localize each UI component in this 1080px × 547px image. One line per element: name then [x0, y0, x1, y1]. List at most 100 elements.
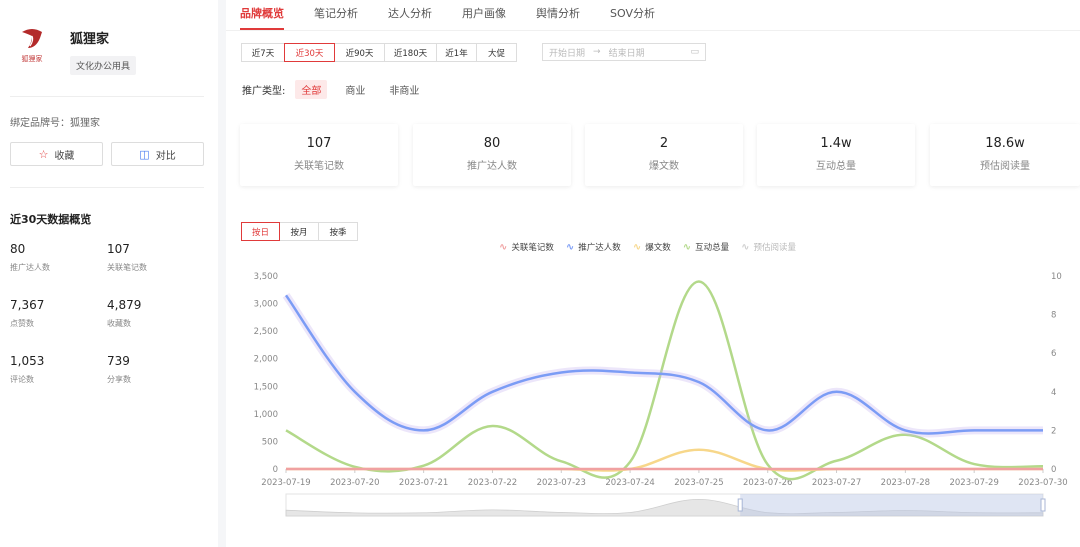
date-range-selector: 近7天 近30天 近90天 近180天 近1年 大促 — [241, 43, 517, 62]
metric-label: 爆文数 — [649, 161, 679, 172]
legend-label: 互动总量 — [695, 243, 730, 253]
y-left-tick-label: 2,000 — [254, 355, 278, 365]
legend-item[interactable]: ∿ 爆文数 — [632, 241, 671, 254]
tab-brand-overview[interactable]: 品牌概览 — [240, 0, 284, 30]
series-line-yellow — [285, 448, 1043, 472]
stat-item: 739 分享数 — [107, 354, 131, 385]
x-tick-label: 2023-07-22 — [468, 478, 517, 488]
end-date-input[interactable]: 结束日期 — [609, 46, 645, 59]
zoom-slider-handle[interactable] — [737, 498, 743, 512]
legend-label: 爆文数 — [645, 243, 671, 253]
series-line-green — [285, 280, 1044, 481]
stat-label: 推广达人数 — [10, 263, 50, 272]
tab-divider — [226, 30, 1080, 31]
stat-label: 点赞数 — [10, 319, 34, 328]
main-panel: 品牌概览 笔记分析 达人分析 用户画像 舆情分析 SOV分析 近7天 近30天 … — [226, 0, 1080, 547]
range-1y[interactable]: 近1年 — [436, 43, 477, 62]
stat-item: 7,367 点赞数 — [10, 298, 44, 329]
metric-card: 2 爆文数 — [585, 124, 743, 186]
stat-value: 7,367 — [10, 298, 45, 312]
x-tick-label: 2023-07-25 — [674, 478, 723, 488]
tab-note-analysis[interactable]: 笔记分析 — [314, 0, 358, 30]
legend-item[interactable]: ∿ 互动总量 — [682, 241, 730, 254]
x-tick-label: 2023-07-21 — [399, 478, 448, 488]
metric-card: 107 关联笔记数 — [240, 124, 398, 186]
range-7d[interactable]: 近7天 — [241, 43, 285, 62]
bound-brand-label: 绑定品牌号：狐狸家 — [10, 118, 100, 129]
brand-logo: 狐狸家 — [10, 24, 54, 70]
stat-value: 80 — [10, 242, 26, 256]
compare-label: 对比 — [155, 150, 176, 162]
metric-card: 18.6w 预估阅读量 — [930, 124, 1080, 186]
legend-line-icon: ∿ — [632, 241, 642, 253]
stat-label: 关联笔记数 — [107, 263, 147, 272]
x-tick-label: 2023-07-27 — [812, 478, 861, 488]
y-right-tick-label: 8 — [1051, 311, 1056, 321]
zoom-slider-selection[interactable] — [740, 494, 1043, 516]
promo-type-filter: 推广类型: 全部 商业 非商业 — [242, 80, 437, 99]
divider — [10, 187, 204, 188]
stat-value: 1,053 — [10, 354, 45, 368]
zoom-slider-handle[interactable] — [1040, 498, 1046, 512]
y-right-tick-label: 0 — [1051, 465, 1056, 475]
stat-item: 107 关联笔记数 — [107, 242, 147, 273]
y-left-tick-label: 0 — [273, 465, 278, 475]
metric-value: 2 — [659, 136, 669, 151]
trend-chart: 0 500 1,000 1,500 2,000 2,500 3,000 3,500 0 2 4 6 8 1… — [254, 272, 1068, 517]
tab-sov-analysis[interactable]: SOV分析 — [610, 0, 655, 30]
fox-logo-icon — [22, 29, 42, 48]
legend-item[interactable]: ∿ 关联笔记数 — [499, 241, 554, 254]
logo-text: 狐狸家 — [21, 55, 43, 63]
series-line-blue — [284, 294, 1043, 435]
tab-user-profile[interactable]: 用户画像 — [462, 0, 506, 30]
metric-card: 1.4w 互动总量 — [757, 124, 915, 186]
tab-influencer-analysis[interactable]: 达人分析 — [388, 0, 432, 30]
granularity-selector: 按日 按月 按季 — [241, 222, 358, 241]
y-left-tick-label: 1,000 — [254, 410, 278, 420]
x-tick-label: 2023-07-29 — [949, 478, 998, 488]
metric-value: 107 — [306, 136, 332, 151]
range-promo[interactable]: 大促 — [476, 43, 517, 62]
range-30d[interactable]: 近30天 — [284, 43, 335, 62]
compare-button[interactable]: ◫ 对比 — [111, 142, 204, 166]
metric-label: 推广达人数 — [467, 161, 517, 172]
y-left-tick-label: 1,500 — [254, 382, 278, 392]
promo-non-commercial[interactable]: 非商业 — [383, 80, 425, 99]
legend-line-icon: ∿ — [682, 241, 692, 253]
legend-label: 关联笔记数 — [511, 243, 554, 253]
legend-item[interactable]: ∿ 预估阅读量 — [741, 241, 797, 254]
y-right-tick-label: 4 — [1051, 388, 1056, 398]
start-date-input[interactable]: 开始日期 — [549, 46, 585, 59]
y-left-tick-label: 3,500 — [254, 272, 278, 282]
range-180d[interactable]: 近180天 — [384, 43, 437, 62]
chart-legend: ∿ 关联笔记数 ∿ 推广达人数 ∿ 爆文数 ∿ 互动总量 ∿ 预估阅读量 — [499, 241, 808, 254]
stat-item: 1,053 评论数 — [10, 354, 44, 385]
y-left-tick-label: 2,500 — [254, 327, 278, 337]
favorite-label: 收藏 — [54, 150, 75, 162]
metric-label: 预估阅读量 — [980, 161, 1030, 172]
metric-value: 80 — [483, 136, 501, 151]
stat-value: 739 — [107, 354, 130, 368]
x-tick-label: 2023-07-20 — [330, 478, 379, 488]
metric-value: 1.4w — [820, 136, 852, 151]
granularity-quarter[interactable]: 按季 — [318, 222, 358, 241]
brand-name: 狐狸家 — [70, 32, 110, 47]
legend-line-icon: ∿ — [741, 241, 750, 253]
stat-item: 4,879 收藏数 — [107, 298, 141, 329]
range-90d[interactable]: 近90天 — [334, 43, 385, 62]
stat-label: 评论数 — [10, 375, 34, 384]
legend-item[interactable]: ∿ 推广达人数 — [566, 241, 621, 254]
date-range-picker[interactable]: 开始日期 → 结束日期 ▭ — [542, 43, 706, 61]
promo-all[interactable]: 全部 — [295, 80, 328, 99]
promo-commercial[interactable]: 商业 — [339, 80, 371, 99]
brand-category-tag: 文化办公用具 — [70, 56, 137, 75]
legend-label: 预估阅读量 — [753, 243, 797, 253]
granularity-month[interactable]: 按月 — [279, 222, 319, 241]
x-tick-label: 2023-07-19 — [261, 478, 310, 488]
granularity-day[interactable]: 按日 — [241, 222, 280, 241]
tab-sentiment-analysis[interactable]: 舆情分析 — [536, 0, 580, 30]
favorite-button[interactable]: ☆ 收藏 — [10, 142, 103, 166]
y-right-tick-label: 6 — [1051, 349, 1056, 359]
x-tick-label: 2023-07-23 — [537, 478, 586, 488]
stat-label: 收藏数 — [107, 319, 131, 328]
